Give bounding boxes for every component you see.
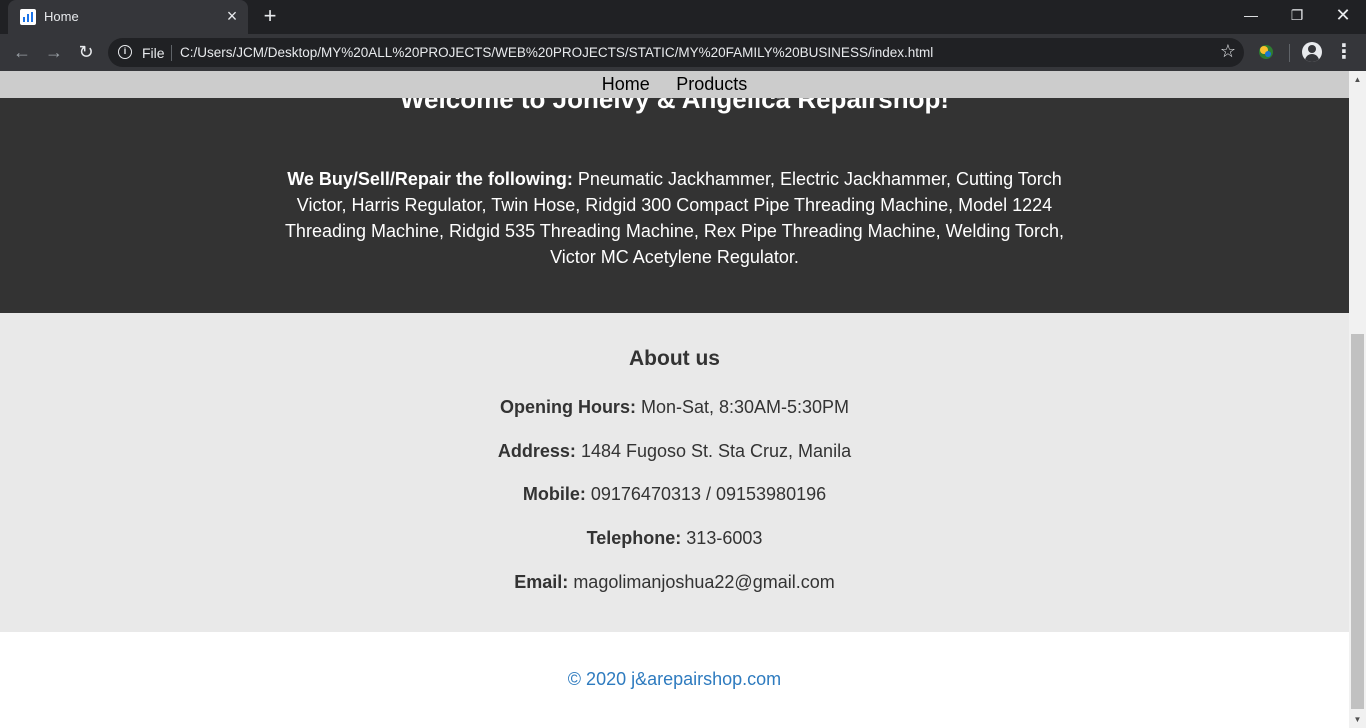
profile-icon[interactable] [1302, 42, 1322, 62]
page-viewport: Welcome to Jonelvy & Angelica Repairshop… [0, 71, 1349, 728]
info-icon[interactable]: i [118, 45, 132, 59]
minimize-icon[interactable]: — [1228, 0, 1274, 30]
about-section: About us Opening Hours: Mon-Sat, 8:30AM-… [0, 313, 1349, 632]
email-label: Email: [514, 572, 569, 592]
address-label: Address: [497, 441, 576, 461]
mobile-line: Mobile: 09176470313 / 09153980196 [0, 484, 1349, 505]
tab-title: Home [44, 9, 79, 24]
scroll-thumb[interactable] [1351, 334, 1364, 709]
opening-hours-value: Mon-Sat, 8:30AM-5:30PM [635, 397, 850, 417]
nav-link-home[interactable]: Home [602, 71, 650, 98]
scroll-down-arrow-icon[interactable]: ▼ [1349, 711, 1366, 728]
extension-icon[interactable] [1256, 42, 1276, 62]
about-heading: About us [629, 347, 720, 370]
menu-icon[interactable]: ⋮ [1334, 40, 1354, 64]
toolbar-divider [1289, 44, 1290, 62]
hero-section: Welcome to Jonelvy & Angelica Repairshop… [0, 71, 1349, 313]
nav-link-products[interactable]: Products [676, 71, 747, 98]
telephone-value: 313-6003 [681, 528, 763, 548]
footer-copyright-link[interactable]: © 2020 j&arepairshop.com [0, 669, 1349, 690]
mobile-label: Mobile: [522, 484, 586, 504]
browser-toolbar: ← → ↻ i File C:/Users/JCM/Desktop/MY%20A… [0, 34, 1366, 71]
hero-intro-label: We Buy/Sell/Repair the following: [287, 169, 573, 189]
page-scrollbar[interactable]: ▲ ▼ [1349, 71, 1366, 728]
opening-hours-line: Opening Hours: Mon-Sat, 8:30AM-5:30PM [0, 397, 1349, 418]
telephone-label: Telephone: [586, 528, 682, 548]
address-line: Address: 1484 Fugoso St. Sta Cruz, Manil… [0, 441, 1349, 462]
scheme-label: File [142, 45, 165, 61]
forward-icon[interactable]: → [40, 38, 68, 66]
url-text[interactable]: C:/Users/JCM/Desktop/MY%20ALL%20PROJECTS… [180, 45, 933, 60]
address-value: 1484 Fugoso St. Sta Cruz, Manila [575, 441, 852, 461]
browser-tab[interactable]: Home × [8, 0, 248, 34]
back-icon[interactable]: ← [8, 38, 36, 66]
email-line: Email: magolimanjoshua22@gmail.com [0, 572, 1349, 593]
opening-hours-label: Opening Hours: [499, 397, 636, 417]
tab-strip: Home × + — ❐ ✕ [0, 0, 1366, 34]
scroll-up-arrow-icon[interactable]: ▲ [1349, 71, 1366, 88]
star-icon[interactable]: ☆ [1220, 41, 1236, 62]
hero-text: We Buy/Sell/Repair the following: Pneuma… [262, 166, 1087, 270]
new-tab-button[interactable]: + [258, 4, 282, 28]
close-icon[interactable]: × [222, 6, 242, 26]
top-nav: Home Products [0, 71, 1349, 98]
omnibox-divider [171, 45, 172, 61]
favicon-icon [20, 9, 36, 25]
maximize-icon[interactable]: ❐ [1274, 0, 1320, 30]
window-close-icon[interactable]: ✕ [1320, 0, 1366, 30]
reload-icon[interactable]: ↻ [72, 38, 100, 66]
address-bar[interactable]: i File C:/Users/JCM/Desktop/MY%20ALL%20P… [108, 38, 1244, 67]
telephone-line: Telephone: 313-6003 [0, 528, 1349, 549]
email-value[interactable]: magolimanjoshua22@gmail.com [568, 572, 834, 592]
mobile-value: 09176470313 / 09153980196 [585, 484, 827, 504]
footer: © 2020 j&arepairshop.com [0, 632, 1349, 728]
